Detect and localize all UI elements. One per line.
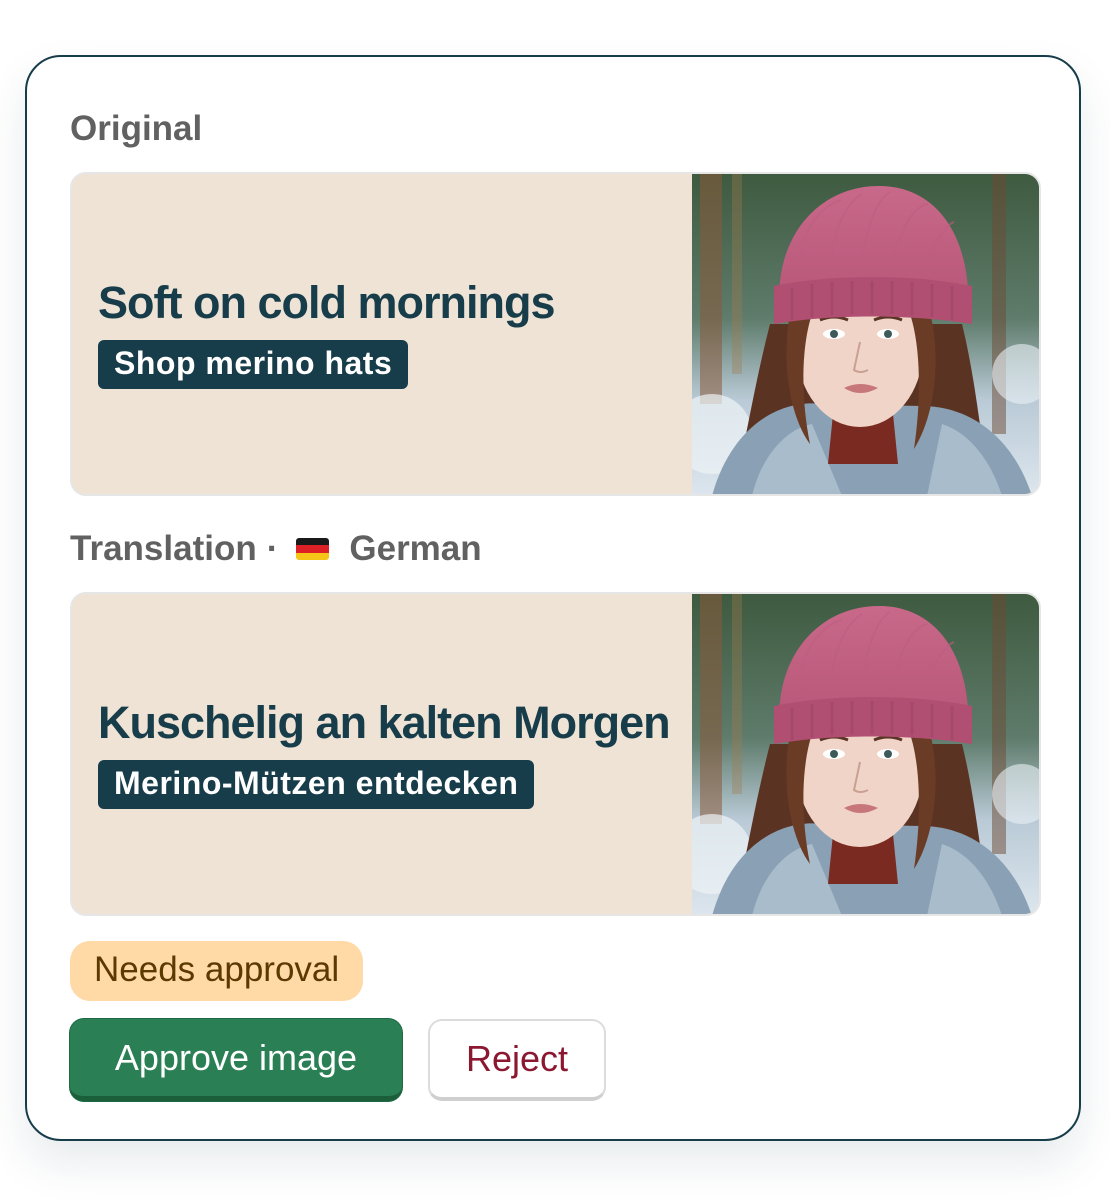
original-section-label: Original: [70, 109, 202, 149]
original-banner[interactable]: Soft on cold mornings Shop merino hats: [70, 172, 1041, 496]
label-separator: ·: [266, 529, 279, 568]
translation-section-label: Translation · German: [70, 529, 482, 569]
translation-label-text: Translation: [70, 529, 257, 568]
original-banner-photo: [692, 174, 1041, 496]
translated-banner[interactable]: Kuschelig an kalten Morgen Merino-Mützen…: [70, 592, 1041, 916]
translated-banner-text: Kuschelig an kalten Morgen Merino-Mützen…: [98, 696, 698, 809]
translated-cta: Merino-Mützen entdecken: [98, 760, 535, 809]
translation-language: German: [349, 529, 482, 568]
germany-flag-icon: [296, 538, 330, 560]
original-banner-text: Soft on cold mornings Shop merino hats: [98, 276, 698, 389]
approve-image-button[interactable]: Approve image: [70, 1019, 402, 1101]
status-badge: Needs approval: [70, 941, 364, 1001]
reject-button[interactable]: Reject: [428, 1019, 606, 1101]
original-cta: Shop merino hats: [98, 340, 409, 389]
translation-review-card: Original Soft on cold mornings Shop meri…: [25, 55, 1081, 1141]
original-label-text: Original: [70, 109, 203, 148]
translated-banner-photo: [692, 594, 1041, 916]
original-headline: Soft on cold mornings: [98, 277, 555, 328]
translated-headline: Kuschelig an kalten Morgen: [98, 697, 671, 748]
